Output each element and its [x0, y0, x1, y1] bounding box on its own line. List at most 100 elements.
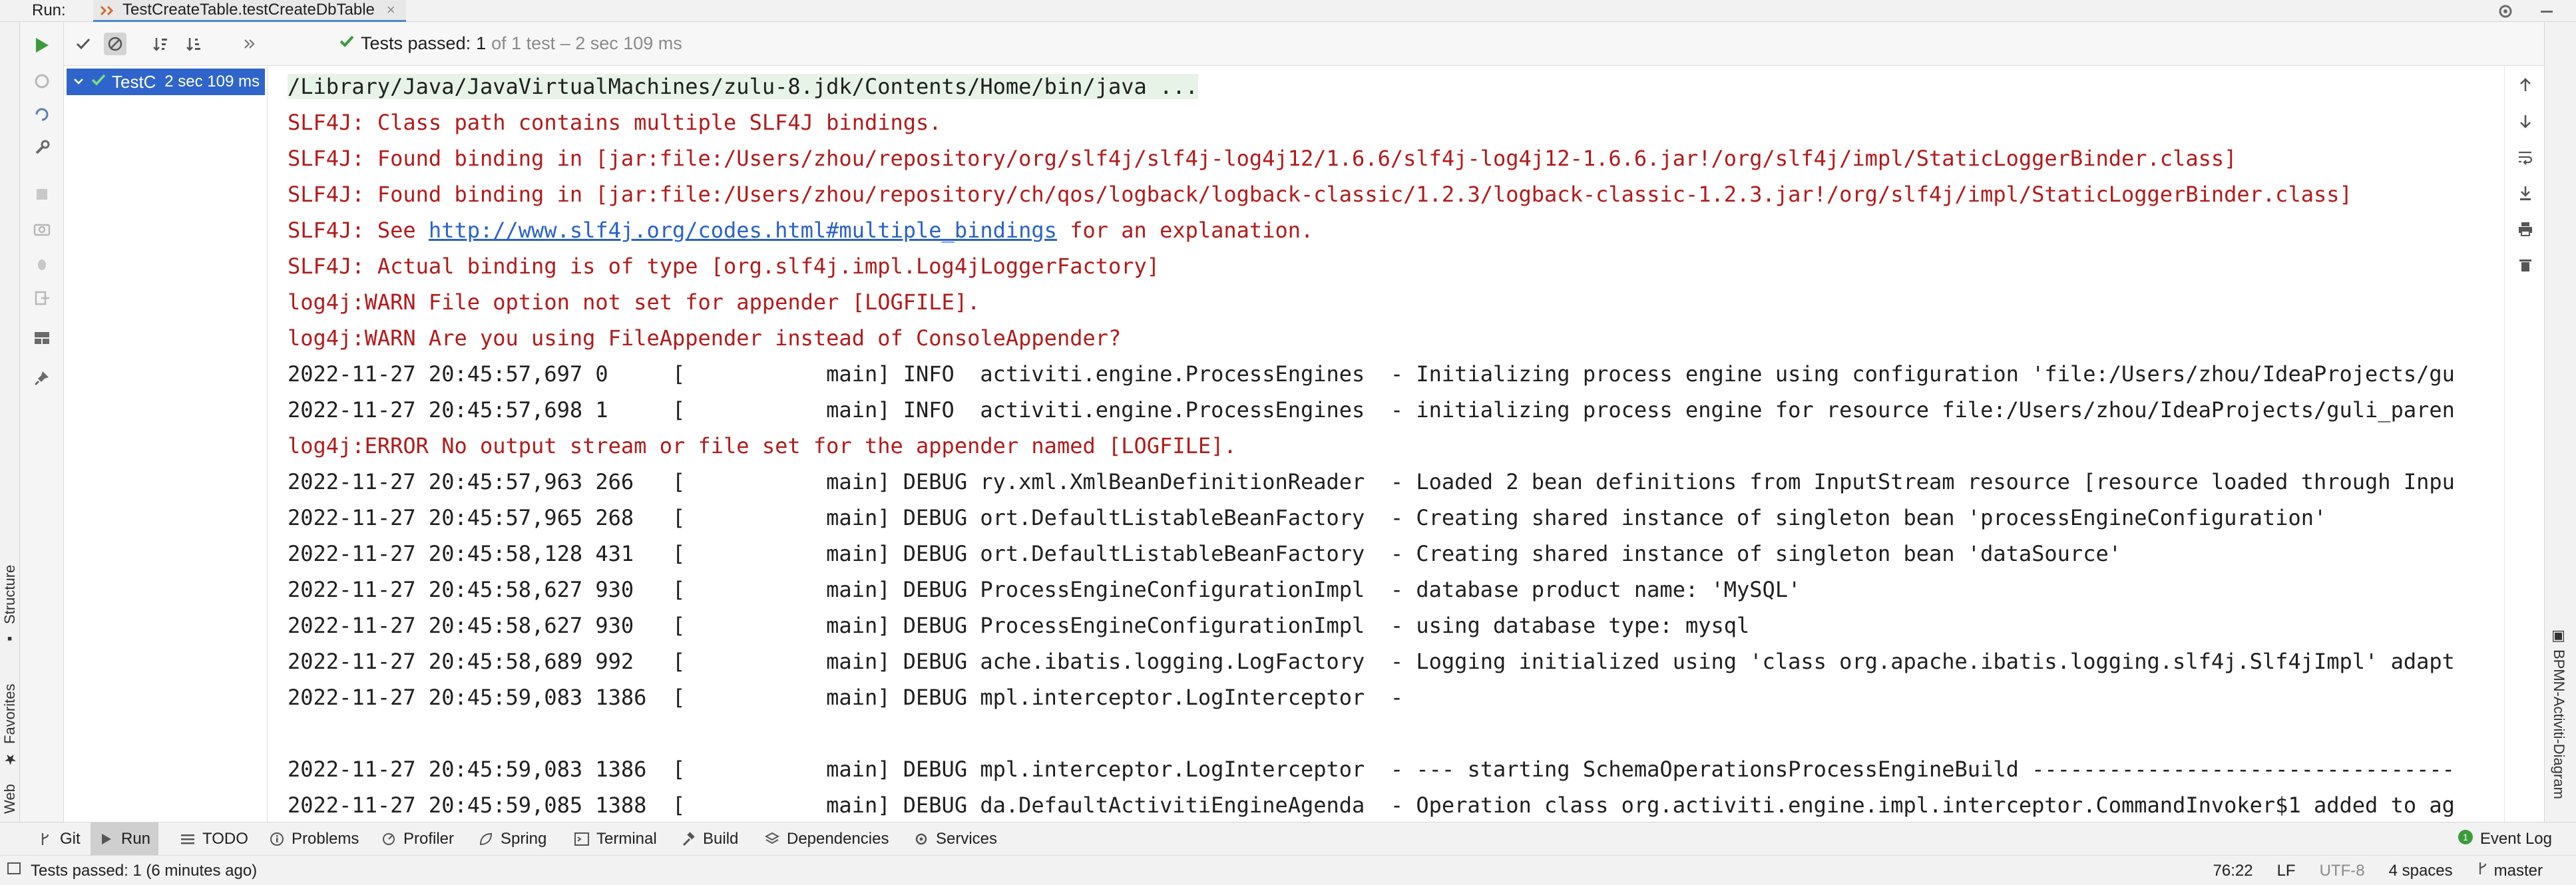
console-line: 2022-11-27 20:45:59,083 1386 [ main] DEB… — [288, 757, 2455, 782]
test-results-toolbar: Tests passed: 1 of 1 test – 2 sec 109 ms — [64, 22, 2557, 66]
scroll-to-end-icon[interactable] — [2514, 182, 2537, 204]
tab-profiler[interactable]: Profiler — [373, 822, 462, 856]
print-icon[interactable] — [2514, 218, 2537, 240]
test-tree-item[interactable]: TestC 2 sec 109 ms — [67, 69, 265, 95]
layout-icon[interactable] — [31, 327, 53, 349]
tab-services-label: Services — [936, 830, 998, 848]
left-tool-strip: ▪ Structure ★ Favorites ◍ Web — [0, 22, 20, 837]
tab-todo-label: TODO — [202, 830, 248, 848]
structure-icon: ▪ — [1, 631, 18, 647]
console-line: 2022-11-27 20:45:58,627 930 [ main] DEBU… — [288, 577, 1801, 602]
git-branch-widget[interactable]: master — [2477, 861, 2543, 880]
run-tool-window-header: Run: TestCreateTable.testCreateDbTable × — [0, 0, 2576, 22]
sort-alpha-icon[interactable] — [149, 33, 172, 55]
test-tree-item-label: TestC — [112, 71, 156, 92]
console-line: 2022-11-27 20:45:57,963 266 [ main] DEBU… — [288, 469, 2455, 494]
run-triangle-icon — [99, 831, 114, 847]
structure-tool-button[interactable]: ▪ Structure — [0, 534, 20, 647]
console-line: 2022-11-27 20:45:59,085 1388 [ main] DEB… — [288, 793, 2455, 818]
tab-problems[interactable]: Problems — [261, 822, 367, 856]
console-line: log4j:WARN Are you using FileAppender in… — [288, 325, 1122, 351]
branch-icon — [2477, 861, 2489, 880]
layers-icon — [764, 831, 780, 847]
test-tree-panel: TestC 2 sec 109 ms — [64, 66, 268, 822]
test-tree-item-time: 2 sec 109 ms — [164, 73, 260, 90]
info-icon — [269, 831, 285, 847]
tab-build[interactable]: Build — [672, 822, 746, 856]
hammer-icon — [680, 831, 696, 847]
more-chevron-icon[interactable] — [238, 33, 261, 55]
console-line: 2022-11-27 20:45:58,689 992 [ main] DEBU… — [288, 649, 2455, 674]
tab-terminal-label: Terminal — [596, 830, 657, 848]
soft-wrap-icon[interactable] — [2514, 146, 2537, 168]
arrow-down-icon[interactable] — [2514, 110, 2537, 132]
tab-git[interactable]: Git — [29, 822, 89, 856]
exit-icon[interactable] — [31, 287, 53, 309]
bpmn-diagram-label: BPMN-Activiti-Diagram — [2551, 649, 2567, 799]
gear-icon[interactable] — [2496, 2, 2515, 21]
favorites-tool-button[interactable]: ★ Favorites — [0, 667, 20, 767]
console-line: 2022-11-27 20:45:58,627 930 [ main] DEBU… — [288, 613, 1750, 638]
caret-position[interactable]: 76:22 — [2213, 862, 2253, 880]
sort-duration-icon[interactable] — [182, 33, 205, 55]
trash-icon[interactable] — [2514, 254, 2537, 276]
bottom-tool-tabs: Git Run TODO Problems Profiler Spring Te… — [0, 822, 2576, 856]
tests-passed-detail: of 1 test – 2 sec 109 ms — [491, 33, 682, 53]
git-branch-icon — [37, 831, 53, 847]
tab-event-log[interactable]: 1 Event Log — [2458, 822, 2552, 856]
tests-passed-label: Tests passed: — [361, 33, 471, 53]
minimize-icon[interactable] — [2537, 2, 2556, 21]
file-encoding[interactable]: UTF-8 — [2320, 862, 2365, 880]
test-config-icon — [99, 3, 118, 19]
console-line: 2022-11-27 20:45:57,698 1 [ main] INFO a… — [288, 397, 2455, 423]
status-message[interactable]: Tests passed: 1 (6 minutes ago) — [31, 862, 257, 880]
console-line: 2022-11-27 20:45:58,128 431 [ main] DEBU… — [288, 541, 2121, 566]
git-branch-name: master — [2493, 861, 2543, 880]
tab-services[interactable]: Services — [905, 822, 1005, 856]
toggle-tool-windows-icon[interactable] — [7, 861, 21, 880]
console-line: 2022-11-27 20:45:57,697 0 [ main] INFO a… — [288, 361, 2455, 387]
rerun-icon[interactable] — [31, 34, 53, 57]
console-line: 2022-11-27 20:45:57,965 268 [ main] DEBU… — [288, 505, 2327, 530]
event-log-badge-icon: 1 — [2458, 829, 2473, 850]
pin-icon[interactable] — [31, 367, 53, 389]
tests-passed-count: 1 — [476, 33, 487, 53]
camera-icon[interactable] — [31, 218, 53, 240]
show-passed-check-icon[interactable] — [72, 33, 95, 55]
console-line: SLF4J: Found binding in [jar:file:/Users… — [288, 182, 2352, 207]
rerun-failed-icon[interactable] — [31, 70, 53, 92]
console-line: 2022-11-27 20:45:59,083 1386 [ main] DEB… — [288, 685, 1416, 710]
tab-terminal[interactable]: Terminal — [566, 822, 665, 856]
console-output[interactable]: /Library/Java/JavaVirtualMachines/zulu-8… — [268, 66, 2504, 822]
terminal-icon — [574, 831, 590, 847]
status-bar: Tests passed: 1 (6 minutes ago) 76:22 LF… — [0, 855, 2576, 885]
tab-problems-label: Problems — [292, 830, 359, 848]
toggle-auto-test-icon[interactable] — [31, 103, 53, 126]
run-label: Run: — [32, 1, 66, 19]
chevron-down-icon[interactable] — [72, 72, 85, 92]
pass-check-icon — [338, 33, 355, 55]
indent-setting[interactable]: 4 spaces — [2389, 862, 2453, 880]
tab-profiler-label: Profiler — [403, 830, 455, 848]
console-line: SLF4J: Class path contains multiple SLF4… — [288, 110, 942, 135]
tab-todo[interactable]: TODO — [172, 822, 256, 856]
tab-spring[interactable]: Spring — [470, 822, 554, 856]
show-ignored-icon[interactable] — [104, 33, 126, 55]
svg-text:1: 1 — [2463, 832, 2468, 842]
debug-bug-icon[interactable] — [31, 252, 53, 275]
console-line: log4j:WARN File option not set for appen… — [288, 289, 980, 315]
tab-build-label: Build — [703, 830, 739, 848]
bpmn-diagram-tool-button[interactable]: ▣ BPMN-Activiti-Diagram — [2550, 627, 2567, 799]
list-icon — [180, 831, 196, 847]
tab-run[interactable]: Run — [91, 822, 159, 856]
run-config-tab[interactable]: TestCreateTable.testCreateDbTable × — [93, 0, 406, 22]
console-link[interactable]: http://www.slf4j.org/codes.html#multiple… — [429, 218, 1057, 243]
close-tab-icon[interactable]: × — [387, 1, 395, 19]
arrow-up-icon[interactable] — [2514, 74, 2537, 96]
stop-icon[interactable] — [31, 183, 53, 206]
wrench-icon[interactable] — [31, 136, 53, 159]
console-toolbar — [2504, 66, 2544, 822]
tab-dependencies[interactable]: Dependencies — [756, 822, 897, 856]
line-separator[interactable]: LF — [2277, 862, 2296, 880]
